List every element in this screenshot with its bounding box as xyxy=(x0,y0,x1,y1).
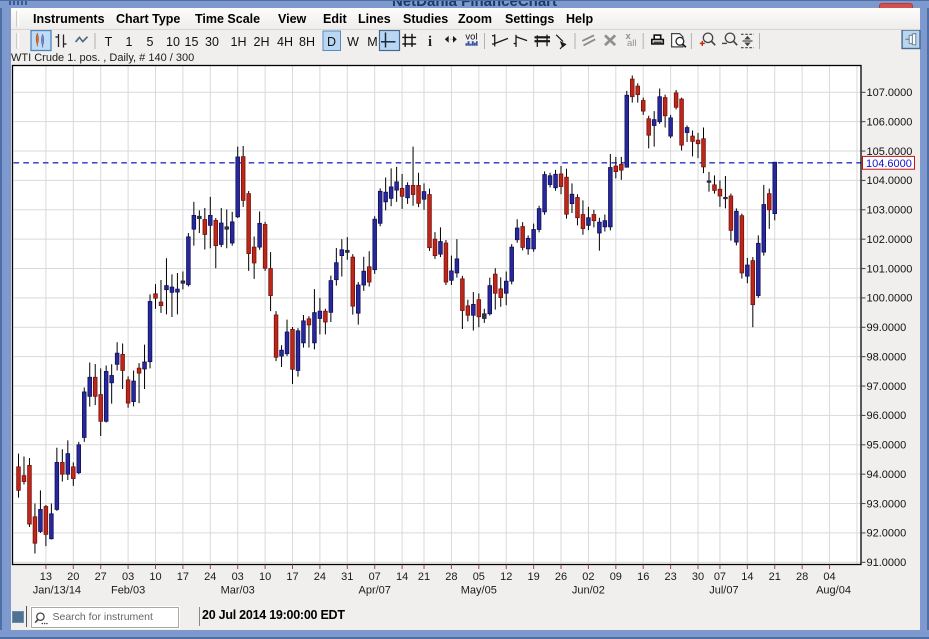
svg-text:10: 10 xyxy=(149,571,161,583)
svg-text:27: 27 xyxy=(95,571,107,583)
svg-text:12: 12 xyxy=(500,571,512,583)
svg-text:03: 03 xyxy=(232,571,244,583)
svg-text:96.0000: 96.0000 xyxy=(867,410,907,422)
svg-text:24: 24 xyxy=(204,571,216,583)
svg-text:2H: 2H xyxy=(254,35,270,49)
svg-text:03: 03 xyxy=(122,571,134,583)
svg-text:8H: 8H xyxy=(299,35,315,49)
svg-text:106.0000: 106.0000 xyxy=(867,116,913,128)
svg-text:21: 21 xyxy=(418,571,430,583)
svg-text:15: 15 xyxy=(185,35,199,49)
svg-text:97.0000: 97.0000 xyxy=(867,381,907,393)
svg-text:W: W xyxy=(347,35,359,49)
svg-text:20: 20 xyxy=(67,571,79,583)
svg-text:28: 28 xyxy=(445,571,457,583)
svg-text:07: 07 xyxy=(369,571,381,583)
svg-text:26: 26 xyxy=(555,571,567,583)
svg-text:92.0000: 92.0000 xyxy=(867,528,907,540)
svg-text:T: T xyxy=(105,35,113,49)
svg-text:14: 14 xyxy=(396,571,408,583)
svg-text:May/05: May/05 xyxy=(461,585,497,597)
svg-text:02: 02 xyxy=(582,571,594,583)
svg-text:107.0000: 107.0000 xyxy=(867,87,913,99)
svg-text:10: 10 xyxy=(166,35,180,49)
svg-text:1H: 1H xyxy=(231,35,247,49)
svg-text:100.0000: 100.0000 xyxy=(867,293,913,305)
svg-text:103.0000: 103.0000 xyxy=(867,205,913,217)
svg-text:04: 04 xyxy=(823,571,835,583)
svg-text:93.0000: 93.0000 xyxy=(867,498,907,510)
svg-text:21: 21 xyxy=(769,571,781,583)
svg-text:Aug/04: Aug/04 xyxy=(816,585,851,597)
svg-text:09: 09 xyxy=(610,571,622,583)
svg-text:98.0000: 98.0000 xyxy=(867,351,907,363)
svg-text:Apr/07: Apr/07 xyxy=(358,585,390,597)
svg-text:05: 05 xyxy=(473,571,485,583)
svg-text:Feb/03: Feb/03 xyxy=(111,585,145,597)
svg-text:4H: 4H xyxy=(277,35,293,49)
svg-text:102.0000: 102.0000 xyxy=(867,234,913,246)
svg-text:Jul/07: Jul/07 xyxy=(709,585,738,597)
svg-text:Jan/13/14: Jan/13/14 xyxy=(33,585,81,597)
svg-text:17: 17 xyxy=(177,571,189,583)
svg-text:1: 1 xyxy=(126,35,133,49)
svg-text:94.0000: 94.0000 xyxy=(867,469,907,481)
svg-text:91.0000: 91.0000 xyxy=(867,557,907,569)
svg-text:vol: vol xyxy=(465,31,477,42)
svg-text:13: 13 xyxy=(40,571,52,583)
svg-text:99.0000: 99.0000 xyxy=(867,322,907,334)
svg-text:104.6000: 104.6000 xyxy=(866,158,912,170)
svg-text:all: all xyxy=(627,38,637,49)
svg-text:19: 19 xyxy=(527,571,539,583)
svg-text:07: 07 xyxy=(714,571,726,583)
svg-text:D: D xyxy=(327,35,336,49)
svg-text:23: 23 xyxy=(664,571,676,583)
svg-text:Jun/02: Jun/02 xyxy=(572,585,605,597)
svg-text:i: i xyxy=(428,34,432,50)
svg-text:16: 16 xyxy=(637,571,649,583)
svg-text:10: 10 xyxy=(259,571,271,583)
svg-text:95.0000: 95.0000 xyxy=(867,440,907,452)
svg-text:Mar/03: Mar/03 xyxy=(221,585,255,597)
svg-text:28: 28 xyxy=(796,571,808,583)
svg-text:17: 17 xyxy=(286,571,298,583)
svg-text:30: 30 xyxy=(692,571,704,583)
svg-text:M: M xyxy=(367,35,377,49)
svg-text:24: 24 xyxy=(314,571,326,583)
svg-text:5: 5 xyxy=(147,35,154,49)
svg-text:30: 30 xyxy=(205,35,219,49)
svg-text:14: 14 xyxy=(741,571,753,583)
svg-text:101.0000: 101.0000 xyxy=(867,263,913,275)
svg-text:104.0000: 104.0000 xyxy=(867,175,913,187)
svg-text:31: 31 xyxy=(341,571,353,583)
